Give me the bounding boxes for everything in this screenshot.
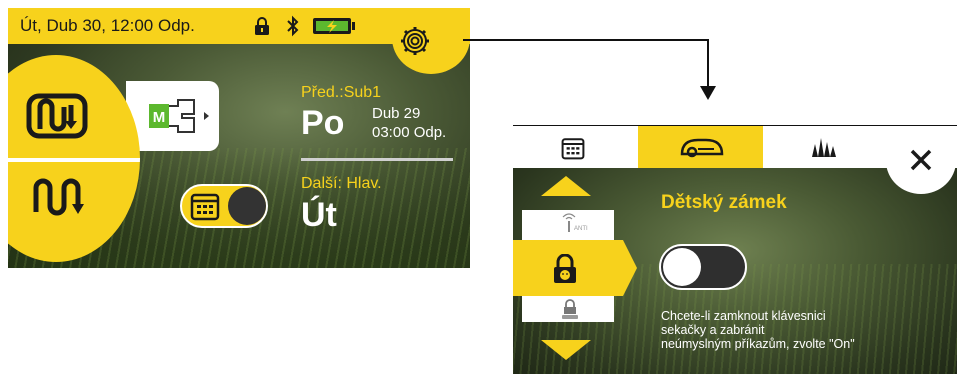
child-lock-icon [554,254,576,283]
previous-date: Dub 29 [372,105,421,122]
calendar-icon [561,138,585,160]
gear-icon[interactable] [400,26,430,56]
setting-description: Chcete-li zamknout klávesnici sekačky a … [661,309,951,351]
close-icon[interactable] [909,148,933,172]
bluetooth-icon [287,15,299,37]
tab-schedule[interactable] [513,126,638,168]
tab-mower[interactable] [638,126,763,168]
toggle-knob [228,187,266,225]
scroll-down-arrow-icon[interactable] [541,340,591,360]
scroll-up-arrow-icon[interactable] [541,176,591,196]
list-item-anti-theft[interactable]: ANTI [522,210,614,240]
description-line: neúmyslným příkazům, zvolte "On" [661,337,855,351]
list-item-keypad-lock[interactable] [522,296,614,322]
arrow-down-icon [700,86,716,100]
setting-title: Dětský zámek [661,192,787,213]
selection-pointer [623,240,637,296]
tab-grass[interactable] [763,126,888,168]
battery-charging-icon [313,18,355,34]
next-label: Další: Hlav. [301,175,382,192]
zigzag-mode-icon[interactable] [32,176,88,220]
connector-line [707,39,709,89]
map-badge: M [153,109,166,126]
description-line: Chcete-li zamknout klávesnici [661,309,826,323]
keypad-lock-icon [562,299,578,319]
home-screen: Út, Dub 30, 12:00 Odp. M Před.:Sub1 Po D… [8,8,470,268]
previous-label: Před.:Sub1 [301,84,382,101]
next-day: Út [301,196,337,234]
connector-line [463,39,708,41]
loop-mode-icon[interactable] [26,93,88,139]
previous-day: Po [301,104,345,142]
map-zones-icon[interactable]: M [148,96,212,136]
list-item-label: ANTI [574,226,588,232]
calendar-icon [190,193,220,221]
lock-icon [255,17,269,35]
grass-icon [812,138,836,157]
mower-icon [680,138,724,158]
previous-time: 03:00 Odp. [372,124,447,141]
date-time: Út, Dub 30, 12:00 Odp. [20,16,195,35]
description-line: sekačky a zabránit [661,323,765,337]
settings-screen: ANTI Dětský zámek Chcete-li zamknout klá… [513,118,957,374]
divider [301,158,453,161]
toggle-knob [663,248,701,286]
